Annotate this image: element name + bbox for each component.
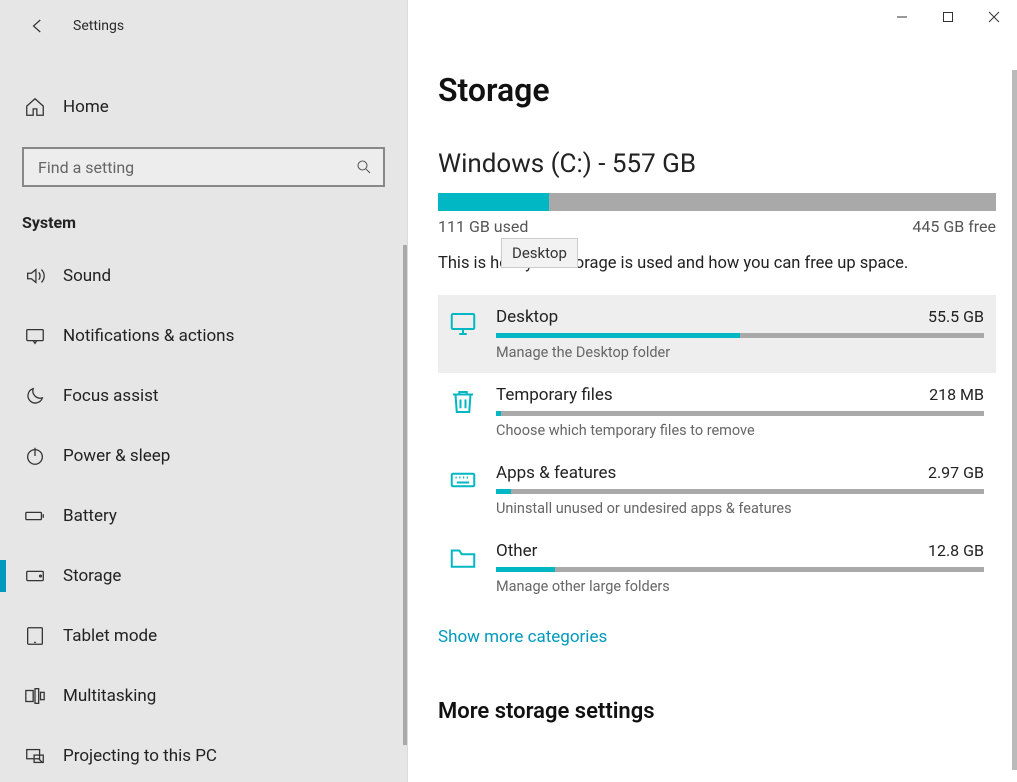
storage-icon — [22, 563, 48, 589]
used-label: 111 GB used — [438, 217, 528, 236]
search-input-wrap[interactable] — [22, 147, 385, 187]
main-content: Storage Windows (C:) - 557 GB 111 GB use… — [408, 0, 1017, 782]
battery-icon — [22, 503, 48, 529]
notify-icon — [22, 323, 48, 349]
home-nav-item[interactable]: Home — [0, 81, 407, 133]
sound-icon — [22, 263, 48, 289]
sidebar-item-focus-assist[interactable]: Focus assist — [0, 366, 407, 426]
category-bar — [496, 567, 984, 572]
sidebar-item-label: Projecting to this PC — [63, 746, 217, 766]
category-name: Other — [496, 541, 537, 561]
tooltip: Desktop — [501, 238, 578, 268]
category-subtext: Uninstall unused or undesired apps & fea… — [496, 500, 984, 517]
maximize-button[interactable] — [925, 0, 971, 34]
category-list: Desktop 55.5 GB Manage the Desktop folde… — [438, 295, 996, 607]
power-icon — [22, 443, 48, 469]
sidebar-item-projecting-to-this-pc[interactable]: Projecting to this PC — [0, 726, 407, 782]
back-button[interactable] — [18, 6, 58, 46]
search-input[interactable] — [36, 157, 355, 178]
category-name: Apps & features — [496, 463, 616, 483]
folder-icon — [448, 541, 486, 595]
sidebar-item-label: Focus assist — [63, 386, 158, 406]
nav-list: Sound Notifications & actions Focus assi… — [0, 246, 407, 782]
section-label: System — [22, 213, 407, 232]
sidebar-item-label: Storage — [63, 566, 121, 586]
sidebar-item-notifications-actions[interactable]: Notifications & actions — [0, 306, 407, 366]
search-icon — [355, 158, 373, 176]
sidebar-item-label: Notifications & actions — [63, 326, 234, 346]
tablet-icon — [22, 623, 48, 649]
page-title: Storage — [438, 71, 989, 109]
category-size: 12.8 GB — [928, 541, 984, 560]
category-name: Temporary files — [496, 385, 613, 405]
sidebar-item-label: Power & sleep — [63, 446, 170, 466]
storage-description: This is how your storage is used and how… — [438, 254, 989, 273]
free-label: 445 GB free — [912, 217, 996, 236]
drive-usage-fill — [438, 193, 549, 211]
home-icon — [22, 94, 48, 120]
sidebar-item-tablet-mode[interactable]: Tablet mode — [0, 606, 407, 666]
category-temporary-files[interactable]: Temporary files 218 MB Choose which temp… — [438, 373, 996, 451]
main-scrollbar[interactable] — [1012, 70, 1017, 770]
sidebar: Settings Home System Sound Notifications… — [0, 0, 408, 782]
sidebar-item-multitasking[interactable]: Multitasking — [0, 666, 407, 726]
drive-title: Windows (C:) - 557 GB — [438, 149, 989, 179]
category-name: Desktop — [496, 307, 558, 327]
category-apps-features[interactable]: Apps & features 2.97 GB Uninstall unused… — [438, 451, 996, 529]
category-desktop[interactable]: Desktop 55.5 GB Manage the Desktop folde… — [438, 295, 996, 373]
drive-usage-bar — [438, 193, 996, 211]
category-size: 2.97 GB — [928, 463, 984, 482]
home-label: Home — [63, 97, 109, 117]
category-bar — [496, 411, 984, 416]
window-title: Settings — [73, 18, 124, 34]
category-bar — [496, 489, 984, 494]
category-other[interactable]: Other 12.8 GB Manage other large folders — [438, 529, 996, 607]
minimize-button[interactable] — [879, 0, 925, 34]
sidebar-item-label: Tablet mode — [63, 626, 157, 646]
show-more-link[interactable]: Show more categories — [438, 627, 607, 647]
sidebar-item-label: Multitasking — [63, 686, 156, 706]
multitask-icon — [22, 683, 48, 709]
category-subtext: Manage other large folders — [496, 578, 984, 595]
monitor-icon — [448, 307, 486, 361]
sidebar-item-sound[interactable]: Sound — [0, 246, 407, 306]
category-size: 55.5 GB — [928, 307, 984, 326]
category-bar — [496, 333, 984, 338]
category-subtext: Manage the Desktop folder — [496, 344, 984, 361]
sidebar-item-label: Battery — [63, 506, 117, 526]
moon-icon — [22, 383, 48, 409]
sidebar-item-storage[interactable]: Storage — [0, 546, 407, 606]
sidebar-item-label: Sound — [63, 266, 111, 286]
trash-icon — [448, 385, 486, 439]
sidebar-item-power-sleep[interactable]: Power & sleep — [0, 426, 407, 486]
project-icon — [22, 743, 48, 769]
sidebar-scrollbar[interactable] — [403, 245, 407, 745]
category-subtext: Choose which temporary files to remove — [496, 422, 984, 439]
more-settings-heading: More storage settings — [438, 699, 989, 724]
sidebar-item-battery[interactable]: Battery — [0, 486, 407, 546]
keyboard-icon — [448, 463, 486, 517]
category-size: 218 MB — [929, 385, 984, 404]
close-button[interactable] — [971, 0, 1017, 34]
